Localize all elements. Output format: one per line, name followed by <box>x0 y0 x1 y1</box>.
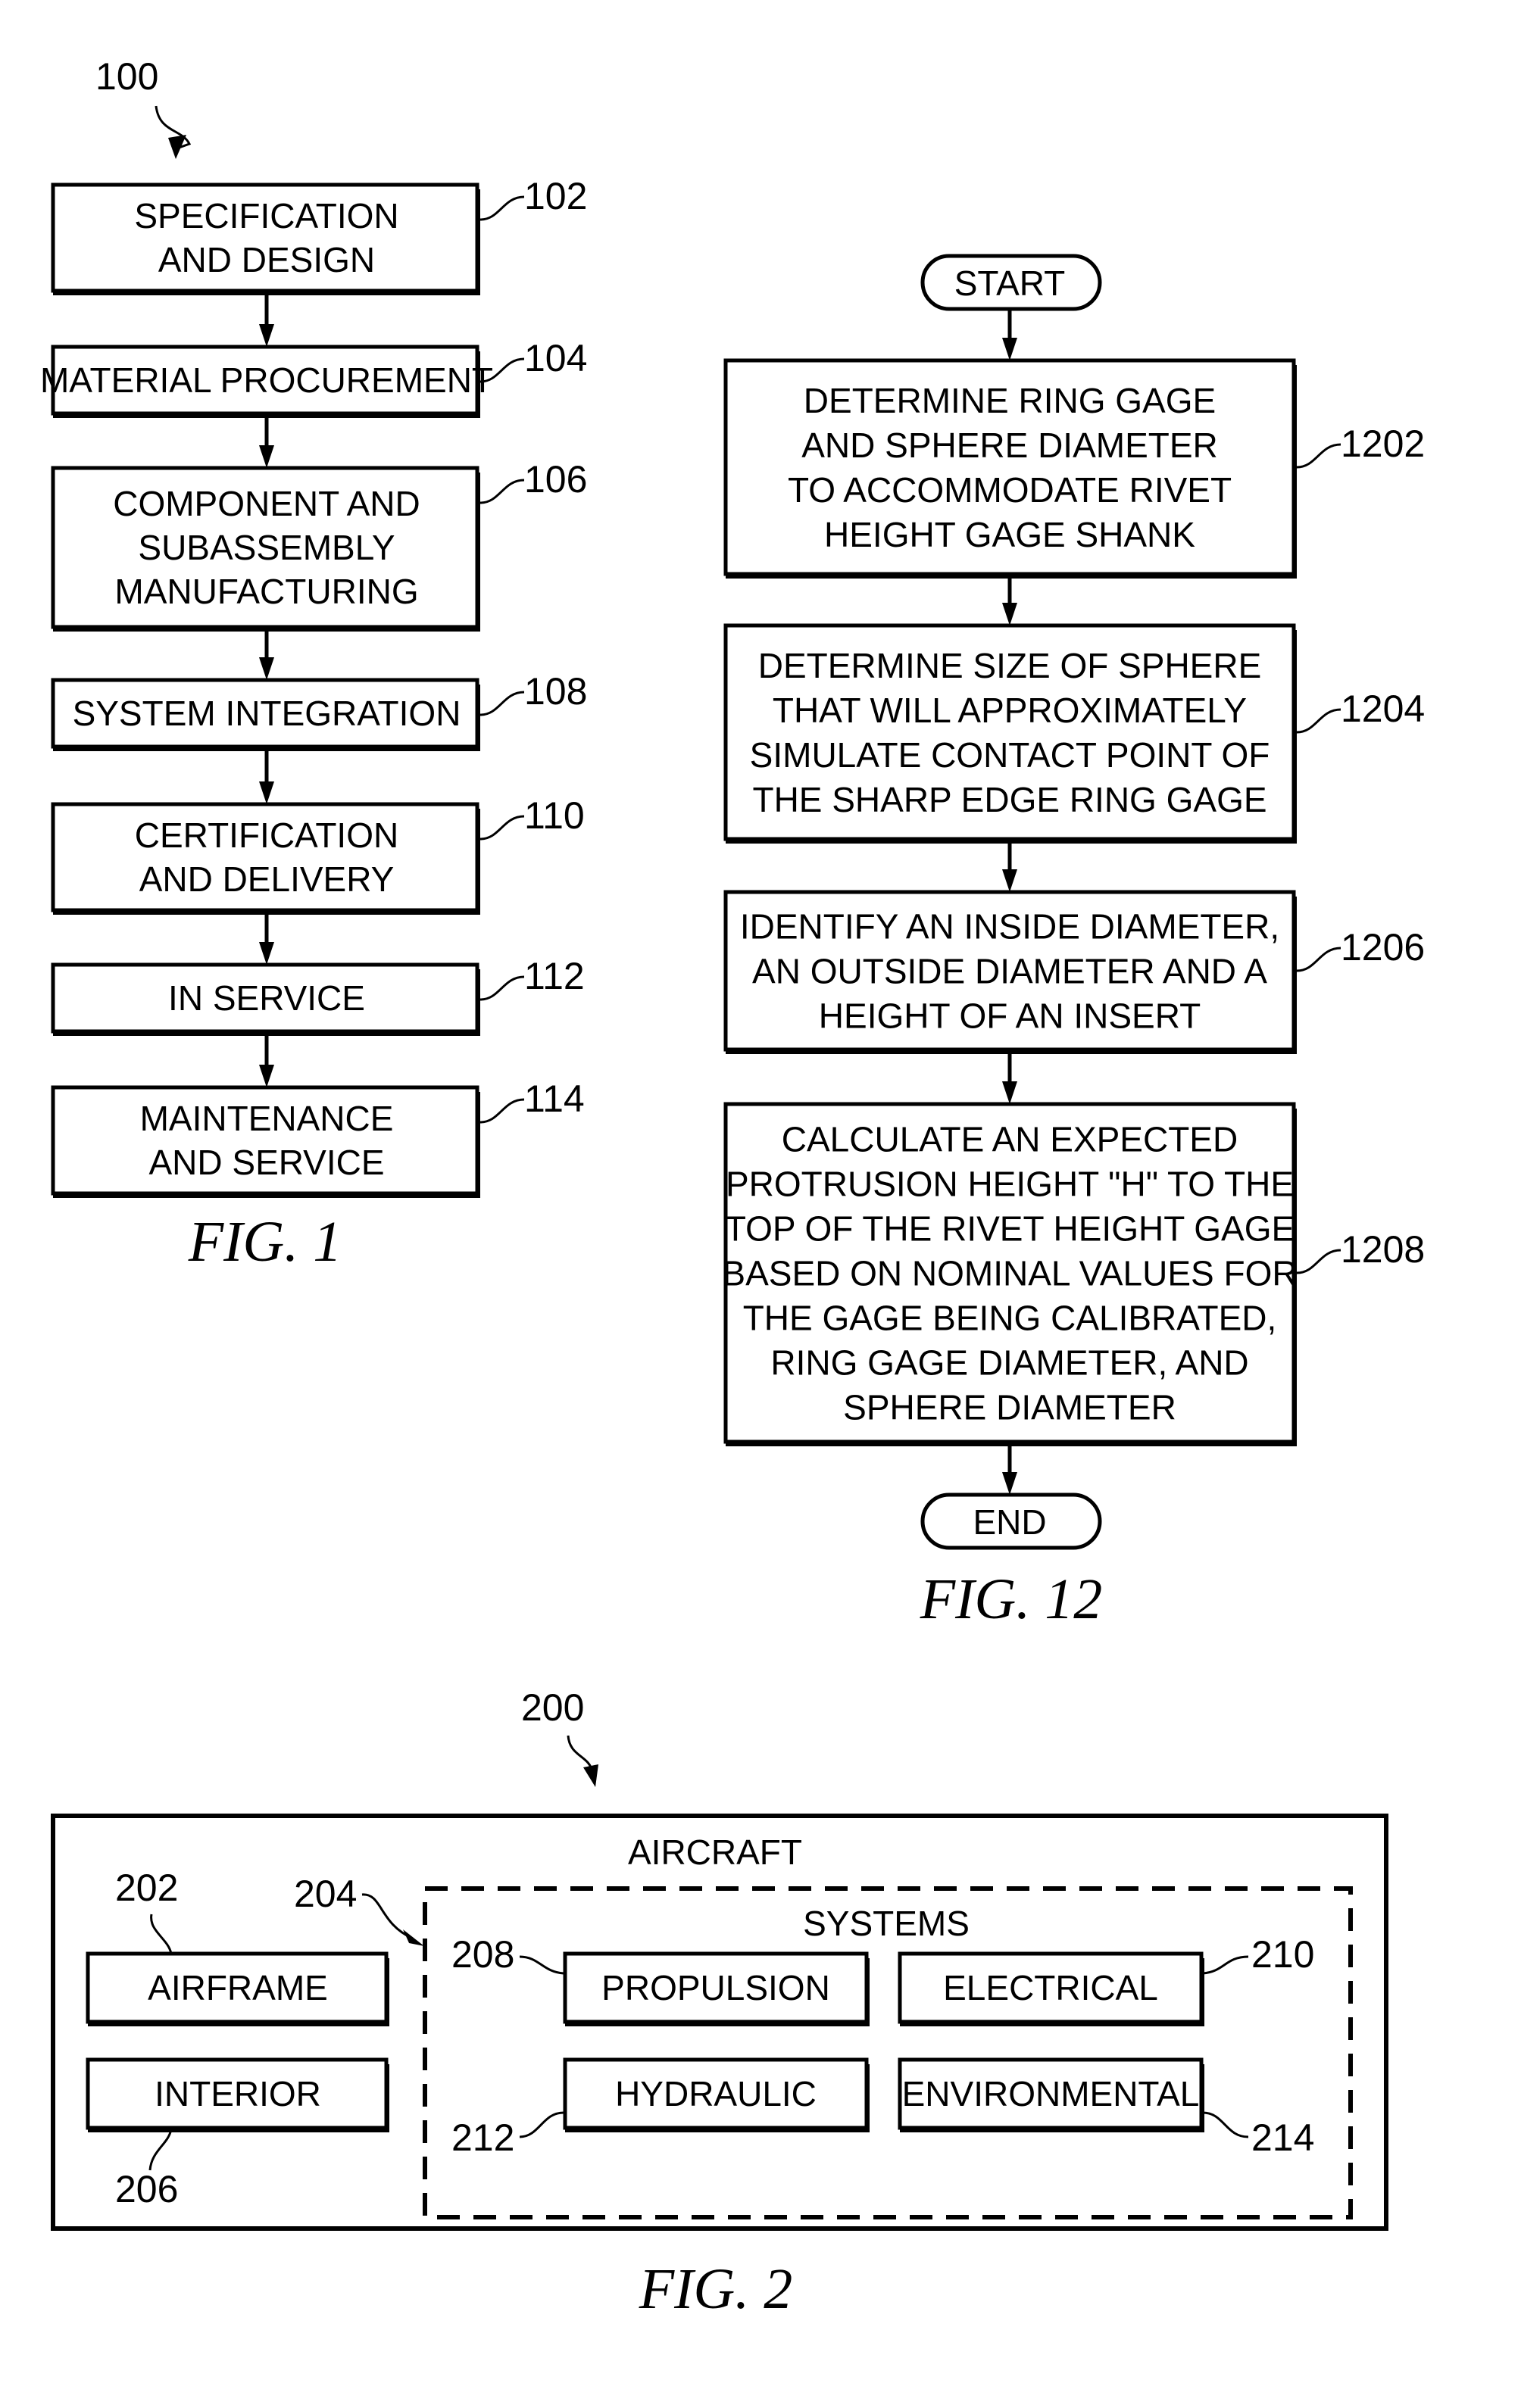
hydraulic-label: HYDRAULIC <box>615 2074 817 2113</box>
step-text-line: HEIGHT GAGE SHANK <box>824 515 1195 554</box>
environmental-label: ENVIRONMENTAL <box>902 2074 1200 2113</box>
step-text-line: DETERMINE RING GAGE <box>804 381 1216 420</box>
airframe-reference-number: 202 <box>115 1867 178 1909</box>
interior-reference-number: 206 <box>115 2168 178 2210</box>
step-text-line: MATERIAL PROCUREMENT <box>40 360 493 400</box>
flow-arrowhead-icon <box>259 657 274 680</box>
systems-label: SYSTEMS <box>803 1904 970 1943</box>
step-text-line: CERTIFICATION <box>135 816 398 855</box>
flow-arrowhead-icon <box>1002 869 1017 892</box>
step-text-line: THE SHARP EDGE RING GAGE <box>752 780 1266 819</box>
fig1-reference-number: 100 <box>95 55 158 98</box>
fig1-step-110-leader <box>479 815 525 841</box>
step-text-line: HEIGHT OF AN INSERT <box>819 997 1201 1036</box>
fig1-step-112-leader <box>479 975 525 1001</box>
systems-reference-number: 204 <box>294 1873 357 1915</box>
patent-drawing-sheet: SPECIFICATION AND DESIGN 102 MATERIAL PROCU… <box>40 55 1425 2321</box>
step-text-line: IN SERVICE <box>168 978 365 1018</box>
step-text-line: DETERMINE SIZE OF SPHERE <box>758 646 1262 685</box>
fig12-step-1202-leader <box>1296 443 1341 469</box>
fig1-step-106-reference-number: 106 <box>524 458 587 501</box>
step-text-line: TO ACCOMMODATE RIVET <box>788 470 1232 510</box>
step-text-line: COMPONENT AND <box>113 484 420 523</box>
flow-arrowhead-icon <box>259 942 274 965</box>
interior-label: INTERIOR <box>155 2074 321 2113</box>
fig1-step-112-reference-number: 112 <box>524 955 585 997</box>
flow-arrowhead-icon <box>1002 603 1017 625</box>
step-text-line: THAT WILL APPROXIMATELY <box>773 691 1247 730</box>
start-label: START <box>954 264 1066 303</box>
fig1-step-114-reference-number: 114 <box>524 1078 585 1120</box>
airframe-label: AIRFRAME <box>148 1968 328 2007</box>
flow-arrowhead-icon <box>1002 338 1017 360</box>
fig2-caption: FIG. 2 <box>639 2257 793 2321</box>
fig12-step-1208-leader <box>1296 1249 1341 1274</box>
step-text-line: SPECIFICATION <box>134 196 398 235</box>
fig2-block-diagram: 200 AIRCRAFT SYSTEMS 204 AIRFRAME 202 IN… <box>51 1686 1388 2321</box>
step-text-line: IDENTIFY AN INSIDE DIAMETER, <box>740 907 1279 947</box>
fig1-caption: FIG. 1 <box>188 1210 342 1274</box>
hydraulic-reference-number: 212 <box>451 2116 514 2159</box>
end-label: END <box>973 1502 1046 1542</box>
propulsion-label: PROPULSION <box>601 1968 830 2007</box>
flow-arrowhead-icon <box>1002 1081 1017 1104</box>
flow-arrowhead-icon <box>1002 1472 1017 1495</box>
step-text-line: SPHERE DIAMETER <box>843 1388 1176 1427</box>
fig12-caption: FIG. 12 <box>920 1567 1103 1631</box>
step-text-line: AND DELIVERY <box>139 859 395 899</box>
step-text-line: SIMULATE CONTACT POINT OF <box>750 735 1270 775</box>
step-text-line: RING GAGE DIAMETER, AND <box>770 1343 1248 1383</box>
fig12-flowchart: START DETERMINE RING GAGE AND SPHERE DIAME… <box>722 254 1425 1550</box>
fig1-step-108-reference-number: 108 <box>524 670 587 713</box>
step-text-line: SYSTEM INTEGRATION <box>73 694 461 733</box>
electrical-label: ELECTRICAL <box>943 1968 1158 2007</box>
fig12-step-1208-reference-number: 1208 <box>1341 1228 1425 1271</box>
step-text-line: THE GAGE BEING CALIBRATED, <box>743 1299 1277 1338</box>
aircraft-label: AIRCRAFT <box>628 1833 802 1872</box>
flow-arrowhead-icon <box>259 445 274 468</box>
fig1-step-102-reference-number: 102 <box>524 175 587 217</box>
fig1-flowchart: SPECIFICATION AND DESIGN 102 MATERIAL PROCU… <box>40 175 587 1198</box>
fig1-step-114-leader <box>479 1098 525 1124</box>
fig12-step-1204-reference-number: 1204 <box>1341 688 1425 730</box>
fig12-step-1206-reference-number: 1206 <box>1341 926 1425 969</box>
step-text-line: AND DESIGN <box>158 240 375 279</box>
step-text-line: MANUFACTURING <box>114 572 418 611</box>
fig1-step-108-leader <box>479 691 525 716</box>
step-text-line: BASED ON NOMINAL VALUES FOR <box>722 1254 1297 1293</box>
fig1-step-106-leader <box>479 479 525 504</box>
step-text-line: SUBASSEMBLY <box>138 528 395 567</box>
fig12-step-1202-reference-number: 1202 <box>1341 423 1425 465</box>
flow-arrowhead-icon <box>259 1065 274 1087</box>
environmental-reference-number: 214 <box>1251 2116 1314 2159</box>
step-text-line: PROTRUSION HEIGHT "H" TO THE <box>726 1165 1294 1204</box>
fig12-step-1206-leader <box>1296 947 1341 972</box>
electrical-reference-number: 210 <box>1251 1933 1314 1976</box>
fig1-step-104-reference-number: 104 <box>524 337 587 379</box>
fig2-reference-number: 200 <box>521 1686 584 1729</box>
step-text-line: AND SPHERE DIAMETER <box>801 426 1218 465</box>
step-text-line: TOP OF THE RIVET HEIGHT GAGE <box>725 1209 1295 1249</box>
fig1-step-110-reference-number: 110 <box>524 794 585 837</box>
step-text-line: CALCULATE AN EXPECTED <box>782 1120 1238 1159</box>
flow-arrowhead-icon <box>259 324 274 347</box>
step-text-line: AND SERVICE <box>148 1143 384 1182</box>
fig1-step-102-leader <box>479 195 525 221</box>
fig12-step-1204-leader <box>1296 708 1341 734</box>
fig2-reference-arrowhead-icon <box>583 1764 598 1787</box>
step-text-line: AN OUTSIDE DIAMETER AND A <box>752 952 1267 991</box>
propulsion-reference-number: 208 <box>451 1933 514 1976</box>
step-text-line: MAINTENANCE <box>140 1099 394 1138</box>
flow-arrowhead-icon <box>259 781 274 804</box>
